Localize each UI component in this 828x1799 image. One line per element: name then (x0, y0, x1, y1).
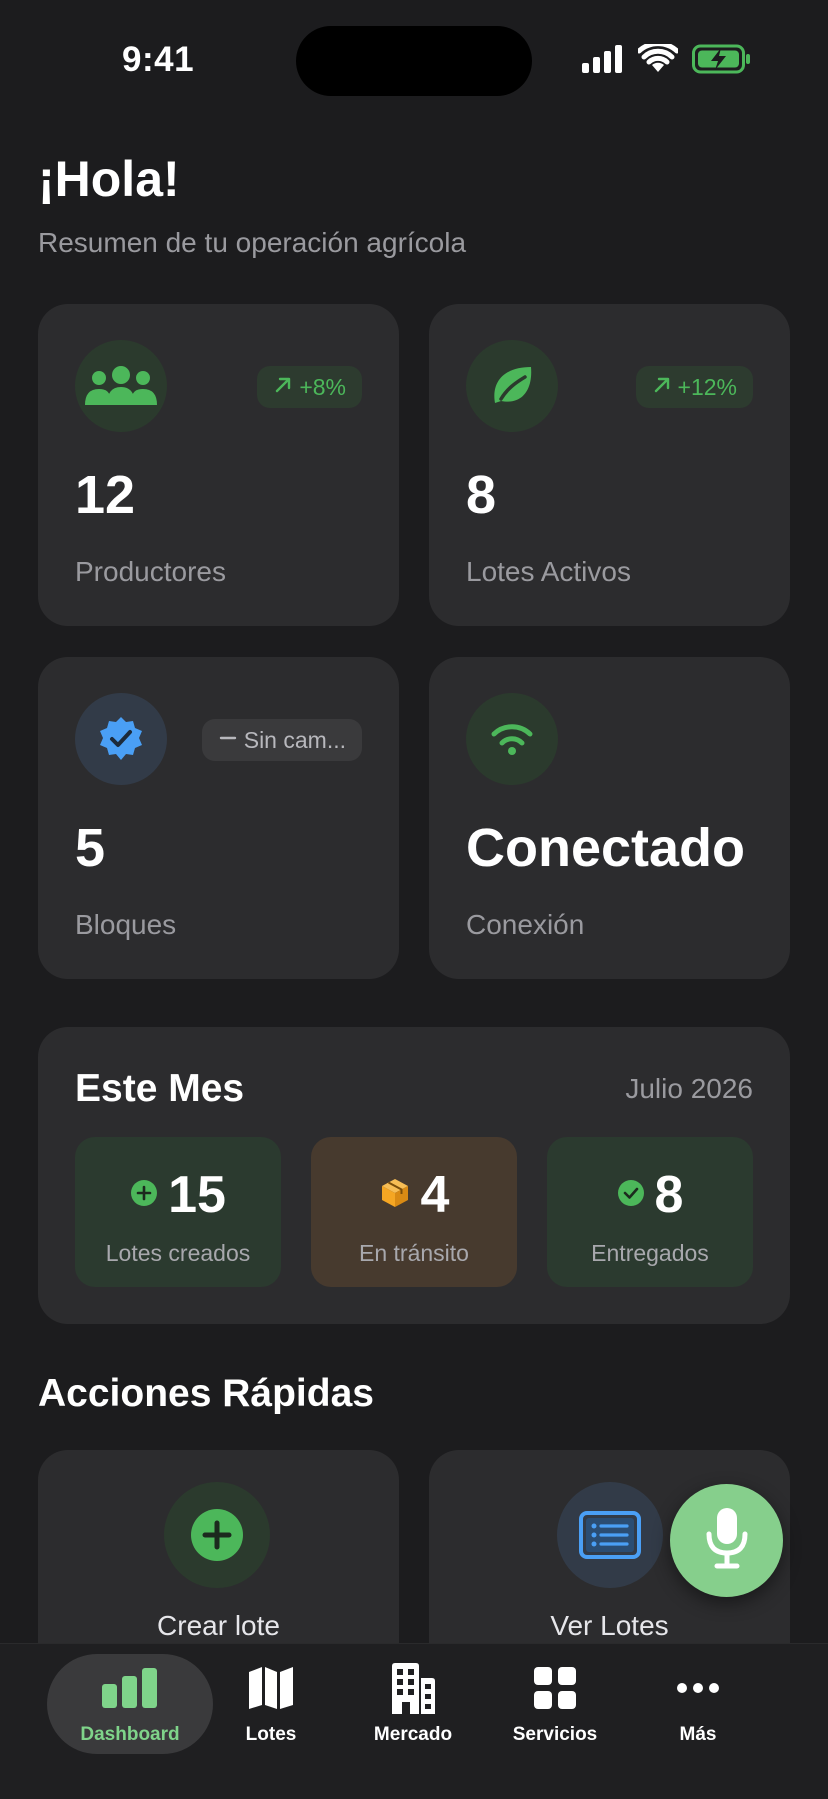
trend-badge: Sin cam... (201, 719, 362, 761)
tab-label: Dashboard (80, 1724, 180, 1745)
trend-value: +8% (299, 373, 346, 400)
more-icon (676, 1662, 720, 1714)
tab-label: Lotes (245, 1724, 297, 1745)
month-date: Julio 2026 (625, 1073, 753, 1104)
tab-lotes[interactable]: Lotes (191, 1654, 351, 1754)
greeting-title: ¡Hola! (38, 151, 180, 207)
users-icon (75, 340, 167, 432)
plus-icon (164, 1482, 270, 1588)
dashboard-screen: 9:41 ¡Hola! Resumen de tu operación agrí… (0, 0, 828, 1799)
trend-value: +12% (677, 373, 737, 400)
summary-value: 8 (654, 1166, 684, 1224)
leaf-icon (466, 340, 558, 432)
battery-charging-icon (692, 44, 752, 79)
stat-label: Lotes Activos (466, 556, 631, 587)
check-circle-icon (617, 1179, 645, 1212)
voice-input-button[interactable] (670, 1484, 783, 1597)
summary-label: Entregados (591, 1240, 709, 1266)
tab-label: Servicios (512, 1724, 598, 1745)
quick-actions-title: Acciones Rápidas (38, 1372, 374, 1415)
stat-label: Bloques (75, 909, 177, 940)
stat-card-lotes-activos[interactable]: +12% 8 Lotes Activos (429, 304, 790, 626)
tab-label: Más (679, 1724, 717, 1745)
summary-label: Lotes creados (105, 1240, 251, 1266)
tab-mas[interactable]: Más (618, 1654, 778, 1754)
stat-card-bloques[interactable]: Sin cam... 5 Bloques (38, 657, 399, 979)
trend-badge: +8% (257, 366, 362, 408)
microphone-icon (705, 1506, 749, 1575)
wifi-icon (466, 693, 558, 785)
signal-icon (582, 45, 624, 78)
stat-value: 12 (75, 465, 136, 525)
tab-dashboard[interactable]: Dashboard (47, 1654, 213, 1754)
trend-badge: +12% (635, 366, 753, 408)
dynamic-island (296, 26, 532, 96)
month-title: Este Mes (75, 1067, 245, 1110)
verified-badge-icon (75, 693, 167, 785)
greeting-subtitle: Resumen de tu operación agrícola (38, 227, 467, 258)
status-time: 9:41 (122, 40, 195, 79)
package-icon (379, 1177, 411, 1214)
summary-en-transito[interactable]: 4 En tránsito (311, 1137, 517, 1287)
list-icon (557, 1482, 663, 1588)
tab-mercado[interactable]: Mercado (333, 1654, 493, 1754)
status-icons (582, 41, 752, 79)
stat-label: Conexión (466, 909, 585, 940)
action-label: Ver Lotes (550, 1610, 669, 1641)
stat-value: Conectado (466, 818, 746, 878)
monthly-summary-card: Este Mes Julio 2026 15 Lotes creados 4 E… (38, 1027, 790, 1324)
tab-label: Mercado (373, 1724, 453, 1745)
arrow-up-right-icon (273, 374, 293, 401)
stat-card-conexion[interactable]: Conectado Conexión (429, 657, 790, 979)
trend-value: Sin cam... (243, 726, 346, 753)
plus-circle-icon (130, 1179, 158, 1212)
wifi-status-icon (636, 41, 680, 79)
stat-label: Productores (75, 556, 226, 587)
building-icon (390, 1662, 436, 1714)
summary-entregados[interactable]: 8 Entregados (547, 1137, 753, 1287)
summary-value: 15 (168, 1166, 226, 1224)
action-label: Crear lote (157, 1610, 280, 1641)
chart-bars-icon (102, 1662, 158, 1714)
grid-icon (534, 1662, 576, 1714)
summary-lotes-creados[interactable]: 15 Lotes creados (75, 1137, 281, 1287)
status-bar: 9:41 (0, 0, 828, 120)
stat-value: 8 (466, 465, 497, 525)
arrow-up-right-icon (652, 374, 672, 401)
dash-icon (218, 727, 238, 754)
tab-bar: Dashboard Lotes Mercado Servicios Más (0, 1643, 828, 1799)
summary-value: 4 (420, 1166, 450, 1224)
stat-value: 5 (75, 818, 106, 878)
stat-card-productores[interactable]: +8% 12 Productores (38, 304, 399, 626)
tab-servicios[interactable]: Servicios (475, 1654, 635, 1754)
summary-label: En tránsito (359, 1240, 469, 1266)
map-icon (248, 1662, 294, 1714)
